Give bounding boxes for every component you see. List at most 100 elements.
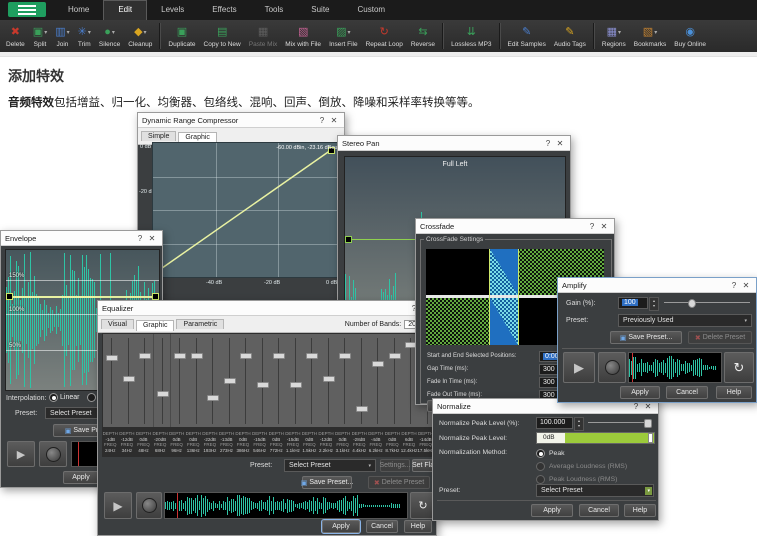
chevron-down-icon[interactable]: ▾ [44,29,47,36]
nm-apply-button[interactable]: Apply [531,504,573,517]
tab-visual[interactable]: Visual [101,319,134,329]
toolbar-button-cleanup[interactable]: ◆▾Cleanup [124,20,156,52]
chevron-down-icon[interactable]: ▾ [144,29,147,36]
toolbar-button-lossless-mp3[interactable]: ⇊Lossless MP3 [447,20,495,52]
menu-tab-home[interactable]: Home [54,0,103,20]
nm-peak-pct-slider[interactable] [588,418,652,427]
eq-slider-thumb[interactable] [389,353,401,359]
radio-icon[interactable] [536,462,545,471]
env-line-handle-left[interactable] [6,293,13,300]
tab-graphic[interactable]: Graphic [178,132,217,143]
eq-band-slider-9[interactable] [237,334,254,428]
help-icon[interactable]: ? [542,139,554,148]
nm-peak-pct-input[interactable]: 100.000 [536,417,573,429]
eq-play-button[interactable]: ▶ [104,492,132,519]
toolbar-button-insert-file[interactable]: ▨▾Insert File [325,20,362,52]
eq-preview-waveform[interactable] [164,492,408,519]
amp-save-preset-button[interactable]: ▣ Save Preset... [610,331,682,344]
help-icon[interactable]: ? [586,222,598,231]
eq-help-button[interactable]: Help [404,520,432,533]
eq-slider-thumb[interactable] [174,353,186,359]
eq-band-slider-13[interactable] [303,334,320,428]
eq-band-slider-17[interactable] [369,334,386,428]
spinner-down-icon[interactable]: ▾ [575,423,583,428]
drc-title-bar[interactable]: Dynamic Range Compressor ? ✕ [138,113,344,128]
eq-slider-thumb[interactable] [306,353,318,359]
eq-band-slider-6[interactable] [188,334,205,428]
eq-band-slider-1[interactable] [103,334,120,428]
toolbar-button-edit-samples[interactable]: ✎Edit Samples [504,20,550,52]
nm-help-button[interactable]: Help [624,504,656,517]
radio-icon[interactable] [536,475,545,484]
help-icon[interactable]: ? [134,234,146,243]
amp-gain-input[interactable]: 100 [618,297,648,309]
pan-title-bar[interactable]: Stereo Pan ? ✕ [338,136,570,151]
eq-slider-thumb[interactable] [240,353,252,359]
tab-simple[interactable]: Simple [141,131,176,141]
env-speed-knob[interactable] [39,441,67,467]
eq-slider-thumb[interactable] [339,353,351,359]
toolbar-button-split[interactable]: ▣▾Split [29,20,51,52]
amp-help-button[interactable]: Help [716,386,752,399]
pan-line-handle[interactable] [345,236,352,243]
toolbar-button-mix-with-file[interactable]: ▧Mix with File [281,20,325,52]
eq-band-slider-3[interactable] [136,334,154,428]
eq-slider-thumb[interactable] [257,382,269,388]
eq-slider-thumb[interactable] [290,382,302,388]
chevron-down-icon[interactable]: ▾ [88,29,91,36]
amp-loop-button[interactable]: ↻ [724,352,754,383]
menu-tab-custom[interactable]: Custom [344,0,400,20]
env-title-bar[interactable]: Envelope ? ✕ [1,231,162,246]
eq-slider-thumb[interactable] [191,353,203,359]
toolbar-button-audio-tags[interactable]: ✎Audio Tags [550,20,590,52]
amp-cancel-button[interactable]: Cancel [666,386,708,399]
env-line-handle-right[interactable] [152,293,159,300]
menu-tab-tools[interactable]: Tools [251,0,298,20]
nm-preset-select[interactable]: Select Preset ▾ [536,484,654,497]
chevron-down-icon[interactable]: ▾ [67,29,70,36]
toolbar-button-regions[interactable]: ▦▾Regions [598,20,630,52]
eq-title-bar[interactable]: Equalizer ? ✕ [98,301,436,316]
nm-method-average-loudness-rms[interactable]: Average Loudness (RMS) [536,460,627,473]
eq-slider-thumb[interactable] [139,353,151,359]
help-icon[interactable]: ? [728,281,740,290]
eq-cancel-button[interactable]: Cancel [366,520,398,533]
toolbar-button-duplicate[interactable]: ▣Duplicate [164,20,199,52]
close-icon[interactable]: ✕ [328,116,340,125]
toolbar-button-silence[interactable]: ●▾Silence [95,20,124,52]
close-icon[interactable]: ✕ [598,222,610,231]
close-icon[interactable]: ✕ [146,234,158,243]
toolbar-button-paste-mix[interactable]: ▦Paste Mix [245,20,282,52]
radio-icon[interactable] [87,393,96,402]
close-icon[interactable]: ✕ [554,139,566,148]
env-play-button[interactable]: ▶ [7,441,35,467]
eq-slider-thumb[interactable] [224,378,236,384]
amp-delete-preset-button[interactable]: ✖ Delete Preset [688,331,752,344]
toolbar-button-repeat-loop[interactable]: ↻Repeat Loop [362,20,407,52]
toolbar-button-join[interactable]: ▥▾Join [51,20,73,52]
nm-method-peak[interactable]: Peak [536,447,627,460]
eq-band-slider-15[interactable] [336,334,353,428]
eq-band-slider-10[interactable] [254,334,271,428]
eq-band-slider-5[interactable] [171,334,188,428]
amp-gain-slider[interactable] [664,298,750,307]
amp-gain-spinner[interactable]: ▴▾ [649,297,659,311]
spinner-down-icon[interactable]: ▾ [650,303,658,308]
env-apply-button[interactable]: Apply [63,471,99,484]
eq-apply-button[interactable]: Apply [322,520,360,533]
eq-band-slider-11[interactable] [270,334,287,428]
toolbar-button-bookmarks[interactable]: ▧▾Bookmarks [630,20,671,52]
drc-graph[interactable]: -60.00 dBin, -23.16 dBout [152,142,344,278]
cf-right-marker[interactable] [518,249,519,345]
radio-icon[interactable] [536,449,545,458]
chevron-down-icon[interactable]: ▾ [112,29,115,36]
hamburger-menu-icon[interactable] [8,2,46,17]
env-envelope-line[interactable] [6,296,159,298]
chevron-down-icon[interactable]: ▾ [618,29,621,36]
cf-title-bar[interactable]: Crossfade ? ✕ [416,219,614,234]
eq-band-slider-4[interactable] [154,334,172,428]
amp-speed-knob[interactable] [598,352,626,383]
amp-title-bar[interactable]: Amplify ? ✕ [558,278,756,293]
help-icon[interactable]: ? [316,116,328,125]
radio-icon[interactable] [49,393,58,402]
